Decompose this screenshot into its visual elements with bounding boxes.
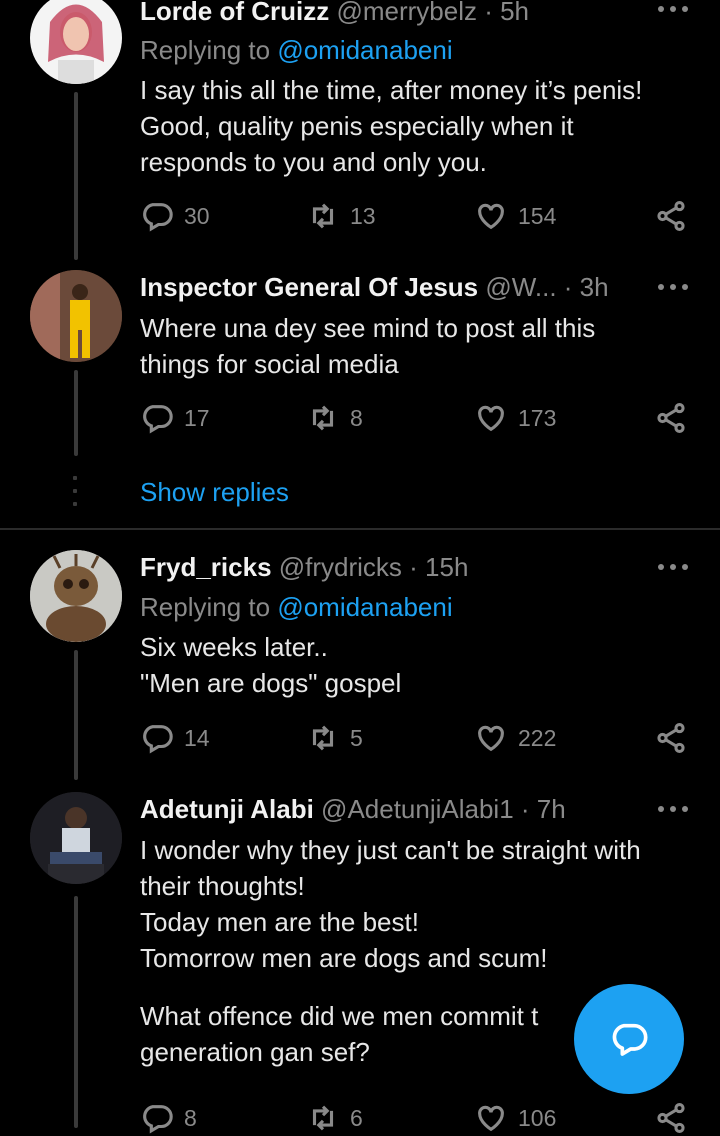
like-button[interactable]: 106: [474, 1100, 556, 1136]
share-button[interactable]: [654, 198, 688, 234]
retweet-count: 8: [350, 404, 363, 431]
retweet-count: 13: [350, 202, 376, 229]
tweet-actions: 8 6 106: [140, 1100, 700, 1136]
thread-line: [74, 650, 78, 780]
show-replies-link[interactable]: Show replies: [140, 474, 289, 510]
tweet[interactable]: Lorde of Cruizz @merrybelz · 5h Replying…: [0, 0, 720, 260]
retweet-count: 6: [350, 1104, 363, 1131]
replying-to: Replying to @omidanabeni: [140, 592, 453, 622]
retweet-icon: [312, 1105, 334, 1131]
tweet-actions: 30 13 154: [140, 198, 700, 234]
like-count: 154: [518, 202, 557, 229]
display-name[interactable]: Inspector General Of Jesus: [140, 272, 478, 302]
like-icon: [478, 203, 504, 230]
reply-count: 17: [184, 404, 210, 431]
thread-dots: [73, 476, 79, 506]
tweet-text: I say this all the time, after money it’…: [140, 75, 643, 177]
replying-to: Replying to @omidanabeni: [140, 35, 453, 65]
tweet[interactable]: Fryd_ricks @frydricks · 15h Replying to …: [0, 530, 720, 790]
share-icon: [657, 722, 685, 754]
timestamp: · 5h: [476, 0, 530, 26]
thread-line: [74, 896, 78, 1128]
avatar[interactable]: [30, 0, 122, 84]
like-count: 222: [518, 724, 557, 751]
thread-line: [74, 370, 78, 456]
like-count: 173: [518, 404, 557, 431]
reply-icon: [143, 405, 173, 434]
tweet-header: Adetunji Alabi @AdetunjiAlabi1 · 7h: [140, 792, 566, 826]
compose-reply-button[interactable]: [574, 984, 684, 1094]
share-icon: [657, 200, 685, 232]
like-count: 106: [518, 1104, 557, 1131]
tweet-header: Fryd_ricks @frydricks · 15h: [140, 550, 468, 584]
retweet-icon: [312, 405, 334, 431]
reply-button[interactable]: 30: [140, 198, 210, 234]
reply-count: 30: [184, 202, 210, 229]
reply-count: 14: [184, 724, 210, 751]
tweet[interactable]: Inspector General Of Jesus @W... · 3h Wh…: [0, 260, 720, 530]
retweet-button[interactable]: 13: [306, 198, 376, 234]
avatar[interactable]: [30, 792, 122, 884]
compose-icon: [612, 1023, 648, 1056]
username[interactable]: @merrybelz: [336, 0, 477, 26]
reply-icon: [143, 203, 173, 232]
retweet-icon: [312, 203, 334, 229]
like-button[interactable]: 222: [474, 720, 556, 756]
retweet-button[interactable]: 8: [306, 400, 363, 436]
thread-line: [74, 92, 78, 260]
replying-to-handle[interactable]: @omidanabeni: [277, 592, 452, 622]
username[interactable]: @frydricks: [279, 552, 402, 582]
reply-icon: [143, 725, 173, 754]
timestamp: · 7h: [513, 794, 566, 824]
timestamp: · 15h: [401, 552, 469, 582]
share-icon: [657, 1102, 685, 1134]
username[interactable]: @AdetunjiAlabi1: [321, 794, 514, 824]
tweet-header: Lorde of Cruizz @merrybelz · 5h: [140, 0, 529, 28]
avatar[interactable]: [30, 270, 122, 362]
share-button[interactable]: [654, 400, 688, 436]
reply-count: 8: [184, 1104, 197, 1131]
more-icon[interactable]: [658, 562, 688, 572]
tweet-text: Where una dey see mind to post all this …: [140, 313, 596, 379]
display-name[interactable]: Adetunji Alabi: [140, 794, 314, 824]
share-button[interactable]: [654, 1100, 688, 1136]
like-button[interactable]: 154: [474, 198, 556, 234]
replying-to-handle[interactable]: @omidanabeni: [277, 35, 452, 65]
tweet-text: Six weeks later.. "Men are dogs" gospel: [140, 632, 402, 698]
like-icon: [478, 405, 504, 432]
share-button[interactable]: [654, 720, 688, 756]
reply-button[interactable]: 14: [140, 720, 210, 756]
like-icon: [478, 1105, 504, 1132]
username[interactable]: @W...: [485, 272, 556, 302]
share-icon: [657, 402, 685, 434]
tweet-actions: 14 5 222: [140, 720, 700, 756]
retweet-button[interactable]: 6: [306, 1100, 363, 1136]
like-icon: [478, 725, 504, 752]
more-icon[interactable]: [658, 4, 688, 14]
display-name[interactable]: Fryd_ricks: [140, 552, 272, 582]
more-icon[interactable]: [658, 282, 688, 292]
retweet-count: 5: [350, 724, 363, 751]
reply-icon: [143, 1105, 173, 1134]
reply-button[interactable]: 8: [140, 1100, 197, 1136]
reply-button[interactable]: 17: [140, 400, 210, 436]
retweet-button[interactable]: 5: [306, 720, 363, 756]
timestamp: · 3h: [556, 272, 609, 302]
like-button[interactable]: 173: [474, 400, 556, 436]
tweet-header: Inspector General Of Jesus @W... · 3h: [140, 270, 609, 304]
retweet-icon: [312, 725, 334, 751]
display-name[interactable]: Lorde of Cruizz: [140, 0, 329, 26]
tweet-actions: 17 8 173: [140, 400, 700, 436]
avatar[interactable]: [30, 550, 122, 642]
more-icon[interactable]: [658, 804, 688, 814]
